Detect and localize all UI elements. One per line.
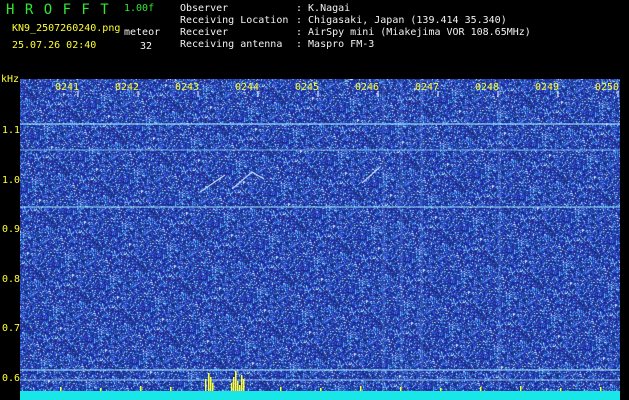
signal-spike [208,373,210,391]
x-tick-label: 0248 [475,82,500,93]
signal-spike [235,371,237,391]
frequency-unit-label: kHz [1,74,20,85]
signal-spike [237,381,239,391]
mode-label: meteor [124,27,161,38]
y-tick-label: 0.8 [2,274,21,285]
signal-spike [170,387,172,391]
file-name: KN9_2507260240.png [12,23,121,34]
meteor-echo-streak [361,166,381,184]
receiver-value: : AirSpy mini (Miakejima VOR 108.65MHz) [296,27,531,38]
signal-spike [60,387,62,391]
date-time: 25.07.26 02:40 [12,40,97,51]
y-tick-label: 0.9 [2,224,21,235]
signal-spike [480,387,482,391]
signal-spike [239,385,241,391]
signal-spike [560,388,562,391]
x-tick-label: 0246 [355,82,380,93]
signal-spike [140,386,142,391]
meteor-echo-streak [231,171,265,190]
app-version: 1.00f [124,3,155,14]
x-tick-label: 0244 [235,82,260,93]
antenna-key: Receiving antenna [180,39,283,50]
x-tick-label: 0245 [295,82,320,93]
app-brand: H R O F F T [6,2,110,18]
signal-spike [280,387,282,391]
antenna-value: : Maspro FM-3 [296,39,375,50]
signal-spike [205,379,207,391]
x-tick-label: 0250 [595,82,620,93]
spectrogram [20,79,620,400]
y-tick-label: 0.6 [2,373,21,384]
y-tick-label: 1.1 [2,125,21,136]
signal-spike [440,388,442,391]
signal-spike [400,387,402,391]
location-key: Receiving Location [180,15,289,26]
signal-spike [360,386,362,391]
location-value: : Chigasaki, Japan (139.414 35.340) [296,15,507,26]
x-tick-label: 0241 [55,82,80,93]
signal-spike [233,377,235,391]
meteor-echo-streak [199,174,226,193]
signal-spike [231,383,233,391]
signal-spike [210,377,212,391]
x-tick-label: 0242 [115,82,140,93]
signal-spike [320,388,322,391]
signal-spike [241,375,243,391]
x-tick-label: 0243 [175,82,200,93]
y-tick-label: 0.7 [2,323,21,334]
signal-spike [100,388,102,391]
observer-value: : K.Nagai [296,3,351,14]
signal-spike [212,383,214,391]
receiver-key: Receiver [180,27,229,38]
hrofft-window: H R O F F T 1.00f KN9_2507260240.png met… [0,0,629,400]
x-tick-label: 0249 [535,82,560,93]
observer-key: Observer [180,3,229,14]
signal-baseline [20,391,620,400]
signal-spike [600,387,602,391]
y-tick-label: 1.0 [2,175,21,186]
signal-spike [520,386,522,391]
x-tick-label: 0247 [415,82,440,93]
signal-spike [243,379,245,391]
spectrogram-overlay [20,91,620,400]
detection-count: 32 [140,41,153,52]
